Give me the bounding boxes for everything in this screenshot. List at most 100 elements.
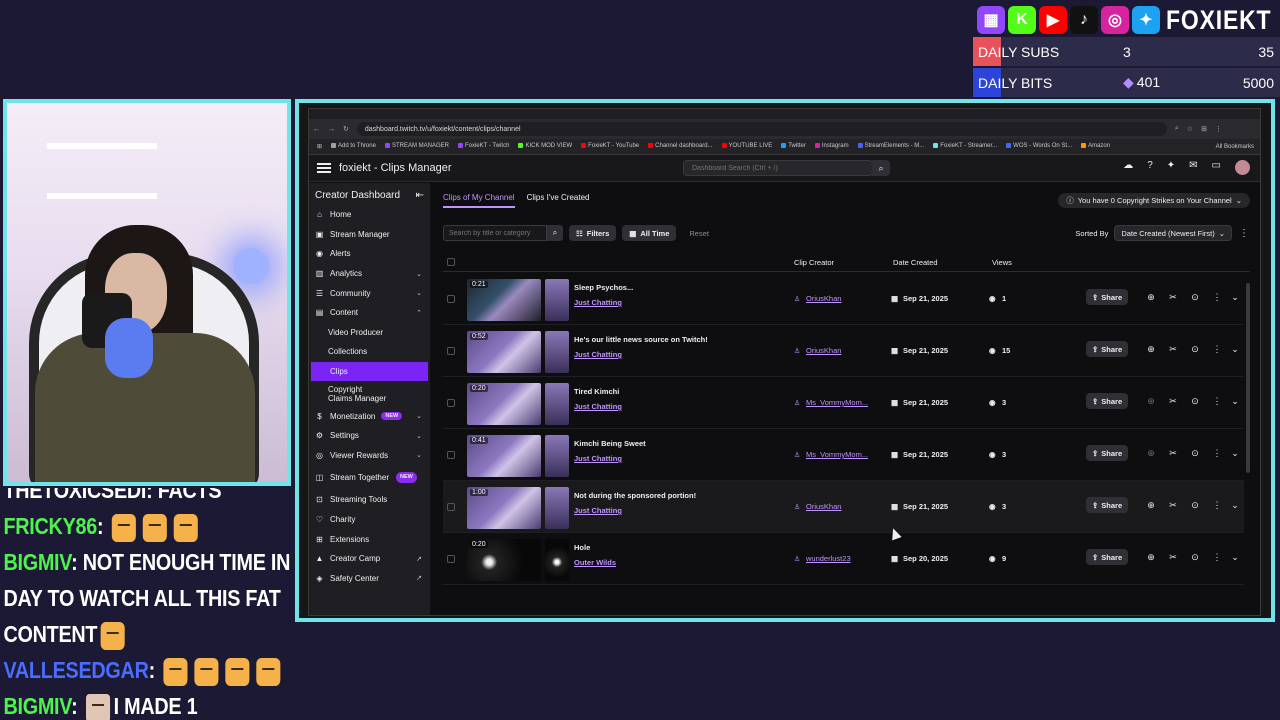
bookmark-star-icon[interactable]: ☆ — [1187, 125, 1193, 133]
clip-vertical-thumbnail[interactable] — [545, 383, 569, 425]
clip-title[interactable]: Tired Kimchi — [574, 387, 619, 396]
clip-title[interactable]: He's our little news source on Twitch! — [574, 335, 708, 344]
clip-category-link[interactable]: Just Chatting — [574, 298, 622, 307]
sidebar-item-settings[interactable]: ⚙ Settings ⌄ — [309, 426, 430, 446]
kick-icon[interactable]: K — [1008, 6, 1036, 34]
crosshair-icon[interactable]: ⊕ — [1146, 292, 1156, 303]
clip-category-link[interactable]: Just Chatting — [574, 350, 622, 359]
share-button[interactable]: ⇪ Share — [1086, 549, 1129, 565]
clip-creator-link[interactable]: Ms_VommyMom... — [806, 398, 868, 407]
back-icon[interactable]: ← — [313, 126, 320, 133]
bookmark-2[interactable]: FoxieKT - Twitch — [457, 143, 509, 150]
bookmark-10[interactable]: FoxieKT - Streamer... — [933, 143, 997, 150]
more-options-icon[interactable]: ⋮ — [1212, 344, 1222, 355]
bookmark-7[interactable]: Twitter — [781, 143, 806, 150]
clip-vertical-thumbnail[interactable] — [545, 487, 569, 529]
sidebar-item-collections[interactable]: Collections — [309, 342, 430, 362]
bookmark-3[interactable]: KICK MOD VIEW — [518, 143, 572, 150]
instagram-icon[interactable]: ◎ — [1101, 6, 1129, 34]
crosshair-icon[interactable]: ⊕ — [1146, 552, 1156, 563]
browser-tab-strip[interactable] — [309, 109, 1260, 119]
row-checkbox[interactable] — [447, 451, 455, 459]
sidebar-item-charity[interactable]: ♡ Charity — [309, 510, 430, 530]
download-icon[interactable]: ⊙ — [1190, 448, 1200, 459]
copyright-strikes-dropdown[interactable]: ⓘ You have 0 Copyright Strikes on Your C… — [1058, 193, 1250, 208]
bookmark-0[interactable]: Add to Throne — [331, 143, 376, 150]
clip-vertical-thumbnail[interactable] — [545, 539, 569, 581]
reload-icon[interactable]: ↻ — [343, 125, 349, 133]
more-options-icon[interactable]: ⋮ — [1212, 396, 1222, 407]
sidebar-item-safety-center[interactable]: ◈ Safety Center ↗ — [309, 569, 430, 589]
extensions-icon[interactable]: ⊞ — [1201, 125, 1207, 133]
more-options-icon[interactable]: ⋮ — [1212, 552, 1222, 563]
tab-clips-of-my-channel[interactable]: Clips of My Channel — [443, 193, 515, 208]
clip-title[interactable]: Sleep Psychos... — [574, 283, 633, 292]
sparkle-icon[interactable]: ✦ — [1167, 160, 1175, 175]
sidebar-item-creator-camp[interactable]: ▲ Creator Camp ↗ — [309, 549, 430, 569]
zoom-icon[interactable]: ⌕ — [1175, 125, 1179, 133]
clip-title[interactable]: Not during the sponsored portion! — [574, 491, 696, 500]
sort-dropdown[interactable]: Date Created (Newest First) ⌄ — [1114, 225, 1232, 241]
bookmark-1[interactable]: STREAM MANAGER — [384, 143, 449, 150]
chevron-down-icon[interactable]: ⌄ — [1230, 396, 1240, 407]
column-views[interactable]: Views — [992, 258, 1012, 267]
crosshair-icon[interactable]: ⊕ — [1146, 344, 1156, 355]
mail-icon[interactable]: ✉ — [1189, 160, 1197, 175]
more-options-icon[interactable]: ⋮ — [1212, 292, 1222, 303]
twitch-icon[interactable]: ▦ — [977, 6, 1005, 34]
sidebar-item-video-producer[interactable]: Video Producer — [309, 323, 430, 343]
sidebar-item-content[interactable]: ▤ Content ⌃ — [309, 303, 430, 323]
share-button[interactable]: ⇪ Share — [1086, 445, 1129, 461]
select-all-checkbox[interactable] — [447, 258, 455, 266]
scissors-icon[interactable]: ✂ — [1168, 344, 1178, 355]
sidebar-item-clips[interactable]: Clips — [311, 361, 428, 382]
clip-search-input[interactable] — [443, 225, 547, 241]
more-options-icon[interactable]: ⋮ — [1238, 228, 1250, 239]
clip-creator-link[interactable]: OriusKhan — [806, 346, 841, 355]
download-icon[interactable]: ⊙ — [1190, 344, 1200, 355]
sidebar-item-monetization[interactable]: $ Monetization NEW ⌄ — [309, 406, 430, 426]
clip-category-link[interactable]: Just Chatting — [574, 454, 622, 463]
search-icon[interactable]: ⌕ — [547, 225, 563, 241]
sidebar-item-home[interactable]: ⌂ Home — [309, 205, 430, 225]
collapse-sidebar-icon[interactable]: ⇤ — [416, 190, 424, 201]
scissors-icon[interactable]: ✂ — [1168, 396, 1178, 407]
bookmark-8[interactable]: Instagram — [814, 143, 849, 150]
sidebar-item-viewer-rewards[interactable]: ◎ Viewer Rewards ⌄ — [309, 446, 430, 466]
scissors-icon[interactable]: ✂ — [1168, 292, 1178, 303]
chevron-down-icon[interactable]: ⌄ — [1230, 500, 1240, 511]
download-icon[interactable]: ⊙ — [1190, 396, 1200, 407]
row-checkbox[interactable] — [447, 295, 455, 303]
clip-vertical-thumbnail[interactable] — [545, 435, 569, 477]
sidebar-item-stream-together[interactable]: ◫ Stream Together NEW — [309, 465, 430, 490]
column-clip-creator[interactable]: Clip Creator — [794, 258, 834, 267]
row-checkbox[interactable] — [447, 399, 455, 407]
row-checkbox[interactable] — [447, 347, 455, 355]
notifications-icon[interactable]: ▭ — [1212, 160, 1221, 175]
clip-vertical-thumbnail[interactable] — [545, 331, 569, 373]
download-icon[interactable]: ⊙ — [1190, 552, 1200, 563]
clip-category-link[interactable]: Just Chatting — [574, 402, 622, 411]
clip-category-link[interactable]: Just Chatting — [574, 506, 622, 515]
bookmark-11[interactable]: WOS - Words On St... — [1006, 143, 1072, 150]
sidebar-item-copyright-claims-manager[interactable]: Copyright Claims Manager — [309, 381, 430, 406]
clip-category-link[interactable]: Outer Wilds — [574, 558, 616, 567]
share-button[interactable]: ⇪ Share — [1086, 497, 1129, 513]
download-icon[interactable]: ⊙ — [1190, 500, 1200, 511]
chevron-down-icon[interactable]: ⌄ — [1230, 344, 1240, 355]
bookmark-9[interactable]: StreamElements - M... — [857, 143, 924, 150]
chevron-down-icon[interactable]: ⌄ — [1230, 448, 1240, 459]
bookmark-4[interactable]: FoxieKT - YouTube — [581, 143, 639, 150]
clip-title[interactable]: Kimchi Being Sweet — [574, 439, 646, 448]
crosshair-icon[interactable]: ⊕ — [1146, 500, 1156, 511]
all-time-button[interactable]: ▦ All Time — [622, 225, 677, 241]
crosshair-icon[interactable]: ⊕ — [1146, 448, 1156, 459]
forward-icon[interactable]: → — [328, 126, 335, 133]
sidebar-item-stream-manager[interactable]: ▣ Stream Manager — [309, 225, 430, 245]
browser-menu-icon[interactable]: ⋮ — [1215, 125, 1222, 133]
sidebar-item-community[interactable]: ☰ Community ⌄ — [309, 283, 430, 303]
menu-icon[interactable] — [317, 163, 331, 173]
clip-vertical-thumbnail[interactable] — [545, 279, 569, 321]
avatar[interactable] — [1235, 160, 1250, 175]
scissors-icon[interactable]: ✂ — [1168, 552, 1178, 563]
